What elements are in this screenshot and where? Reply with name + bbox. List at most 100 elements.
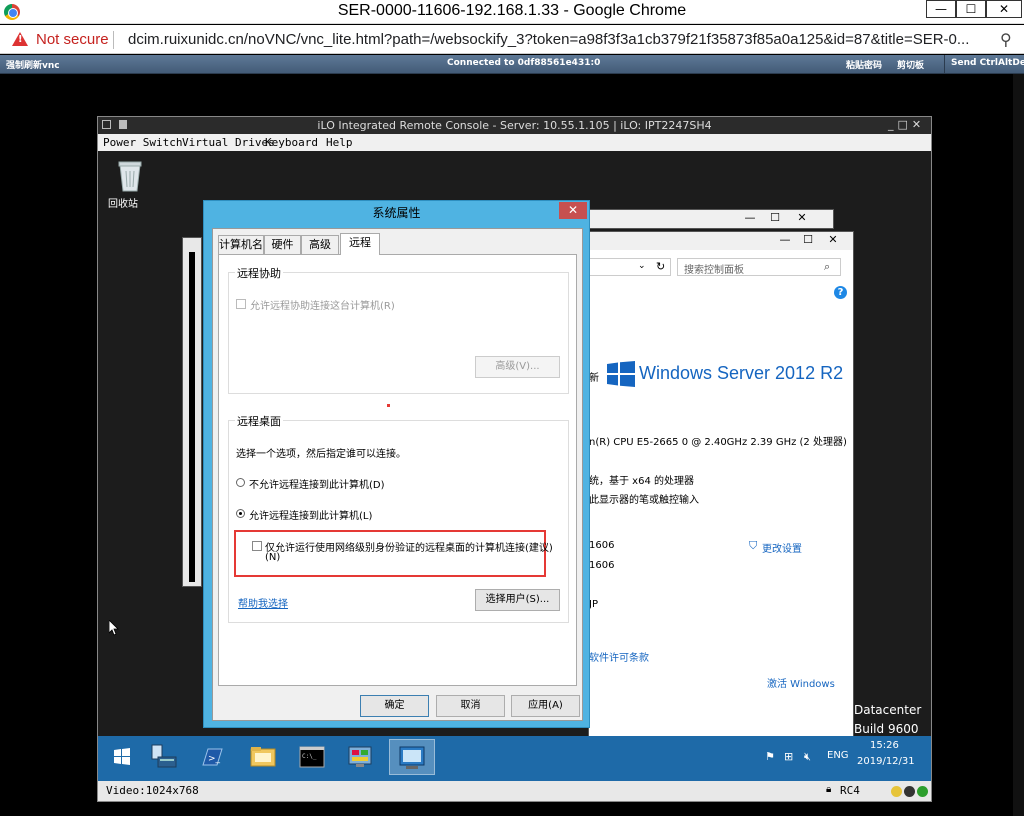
command-prompt-icon[interactable]: C:\_ — [292, 739, 332, 775]
language-indicator[interactable]: ENG — [827, 750, 849, 761]
menu-keyboard[interactable]: Keyboard — [265, 136, 318, 149]
tab-hardware[interactable]: 硬件 — [264, 235, 301, 254]
system-properties-taskbar-icon[interactable] — [389, 739, 435, 775]
back-close-button[interactable]: ✕ — [792, 212, 812, 226]
video-resolution: Video:1024x768 — [106, 784, 199, 797]
apply-button[interactable]: 应用(A) — [511, 695, 580, 717]
remote-desktop-label: 远程桌面 — [235, 413, 283, 429]
ilo-title: iLO Integrated Remote Console - Server: … — [317, 119, 712, 132]
windows-server-brand: Windows Server 2012 R2 — [639, 363, 844, 383]
control-panel-icon[interactable] — [341, 739, 381, 775]
mouse-cursor-icon — [108, 619, 119, 640]
edition-watermark: Datacenter — [854, 703, 922, 717]
red-dot — [387, 404, 390, 407]
clock-date[interactable]: 2019/12/31 — [857, 756, 915, 767]
refresh-icon[interactable]: ↻ — [656, 260, 665, 273]
menu-virtual-drives[interactable]: Virtual Drives — [182, 136, 275, 149]
deny-remote-label[interactable]: 不允许远程连接到此计算机(D) — [249, 476, 385, 491]
powershell-icon[interactable]: >_ — [192, 739, 232, 775]
force-refresh-button[interactable]: 强制刷新vnc — [6, 58, 60, 71]
toolbar-divider — [944, 55, 945, 74]
cpu-info: n(R) CPU E5-2665 0 @ 2.40GHz 2.39 GHz (2… — [589, 437, 847, 448]
speaker-muted-icon[interactable]: 🔇︎ — [804, 750, 811, 764]
send-ctrl-alt-del-button[interactable]: Send CtrlAltDel — [951, 58, 1024, 68]
tab-advanced[interactable]: 高级 — [301, 235, 339, 254]
allow-assistance-label[interactable]: 允许远程协助连接这台计算机(R) — [250, 297, 395, 312]
page-scrollbar[interactable] — [1013, 74, 1024, 816]
system-maximize-button[interactable]: ☐ — [798, 234, 818, 248]
back-maximize-button[interactable]: ☐ — [765, 212, 785, 226]
paste-password-button[interactable]: 粘贴密码 — [846, 58, 882, 71]
back-window-titlebar: — ☐ ✕ — [586, 209, 834, 229]
network-icon[interactable]: ⊞ — [784, 750, 793, 763]
browser-title-bar: SER-0000-11606-192.168.1.33 - Google Chr… — [0, 0, 1024, 24]
computer-name: 1606 — [589, 540, 615, 551]
remote-tab-panel: 远程协助 允许远程协助连接这台计算机(R) 高级(V)... 远程桌面 选择一个… — [218, 254, 577, 686]
server-manager-icon[interactable] — [144, 739, 184, 775]
clipboard-button[interactable]: 剪切板 — [897, 58, 924, 71]
shield-icon: ⛉ — [749, 539, 758, 552]
warning-icon[interactable]: ! — [12, 32, 28, 46]
close-button[interactable]: ✕ — [986, 0, 1022, 18]
recycle-bin-label[interactable]: 回收站 — [108, 195, 138, 210]
brand-prefix: 新 — [589, 373, 599, 384]
help-icon[interactable]: ? — [834, 286, 847, 299]
system-type: 统，基于 x64 的处理器 — [589, 476, 694, 487]
activate-windows-link[interactable]: 激活 Windows — [767, 675, 835, 690]
system-close-button[interactable]: ✕ — [823, 234, 843, 248]
not-secure-label[interactable]: Not secure — [36, 31, 109, 48]
minimize-button[interactable]: — — [926, 0, 956, 18]
maximize-button[interactable]: ☐ — [956, 0, 986, 18]
workgroup: JP — [589, 599, 598, 610]
vnc-toolbar: 强制刷新vnc Connected to 0df88561e431:0 粘贴密码… — [0, 55, 1024, 74]
change-settings-link[interactable]: 更改设置 — [762, 540, 802, 555]
ilo-status-bar: Video:1024x768 🔒︎ RC4 — [98, 781, 931, 801]
url-text[interactable]: dcim.ruixunidc.cn/noVNC/vnc_lite.html?pa… — [128, 31, 969, 48]
clock-time[interactable]: 15:26 — [870, 740, 899, 751]
power-status-icon — [917, 786, 928, 797]
search-icon[interactable]: ⌕ — [824, 260, 830, 274]
control-panel-search-input[interactable]: 搜索控制面板 ⌕ — [677, 258, 841, 276]
radio-selected-dot — [239, 512, 242, 515]
nla-checkbox[interactable] — [252, 541, 262, 551]
recycle-bin-icon[interactable] — [116, 159, 144, 193]
chevron-down-icon[interactable]: ⌄ — [638, 261, 646, 271]
nla-label-shortcut[interactable]: (N) — [265, 552, 280, 563]
ilo-window-controls[interactable]: _□✕ — [888, 118, 925, 131]
select-users-button[interactable]: 选择用户(S)... — [475, 589, 560, 611]
dialog-body: 计算机名 硬件 高级 远程 远程协助 允许远程协助连接这台计算机(R) 高级(V… — [212, 228, 583, 721]
start-button[interactable] — [102, 739, 142, 775]
back-minimize-button[interactable]: — — [740, 212, 760, 226]
tab-computer-name[interactable]: 计算机名 — [218, 235, 264, 254]
nla-label[interactable]: 仅允许运行使用网络级别身份验证的远程桌面的计算机连接(建议) — [265, 539, 553, 554]
full-computer-name: 1606 — [589, 560, 615, 571]
help-me-choose-link[interactable]: 帮助我选择 — [238, 595, 288, 610]
tab-remote[interactable]: 远程 — [340, 233, 380, 255]
ok-button[interactable]: 确定 — [360, 695, 429, 717]
address-field[interactable]: ⌄ ↻ — [589, 258, 671, 276]
svg-text:>_: >_ — [208, 754, 221, 764]
vnc-status: Connected to 0df88561e431:0 — [447, 58, 601, 68]
address-bar[interactable]: ! Not secure dcim.ruixunidc.cn/noVNC/vnc… — [0, 25, 1024, 54]
search-placeholder: 搜索控制面板 — [684, 265, 744, 276]
system-minimize-button[interactable]: — — [775, 234, 795, 248]
dialog-close-button[interactable]: ✕ — [559, 202, 587, 219]
allow-assistance-checkbox[interactable] — [236, 299, 246, 309]
allow-remote-label[interactable]: 允许远程连接到此计算机(L) — [249, 507, 372, 522]
choose-option-text: 选择一个选项，然后指定谁可以连接。 — [236, 449, 406, 460]
windows-taskbar: >_ C:\_ ⚑ ⊞ 🔇︎ ENG 15:26 2019/12/31 — [98, 736, 931, 781]
menu-power-switch[interactable]: Power Switch — [103, 136, 182, 149]
allow-remote-radio[interactable] — [236, 509, 245, 518]
file-explorer-icon[interactable] — [243, 739, 283, 775]
system-window: — ☐ ✕ ⌄ ↻ 搜索控制面板 ⌕ ? 新 Windows Server 20… — [588, 231, 854, 737]
deny-remote-radio[interactable] — [236, 478, 245, 487]
flag-icon[interactable]: ⚑ — [765, 750, 775, 763]
windows-logo-icon — [607, 361, 635, 387]
license-terms-link[interactable]: 软件许可条款 — [589, 649, 649, 664]
menu-help[interactable]: Help — [326, 136, 353, 149]
cancel-button[interactable]: 取消 — [436, 695, 505, 717]
ilo-menu-bar: Power Switch Virtual Drives Keyboard Hel… — [98, 134, 931, 151]
advanced-button[interactable]: 高级(V)... — [475, 356, 560, 378]
svg-text:C:\_: C:\_ — [302, 753, 317, 760]
magnifier-icon[interactable]: ⚲ — [1000, 30, 1012, 49]
